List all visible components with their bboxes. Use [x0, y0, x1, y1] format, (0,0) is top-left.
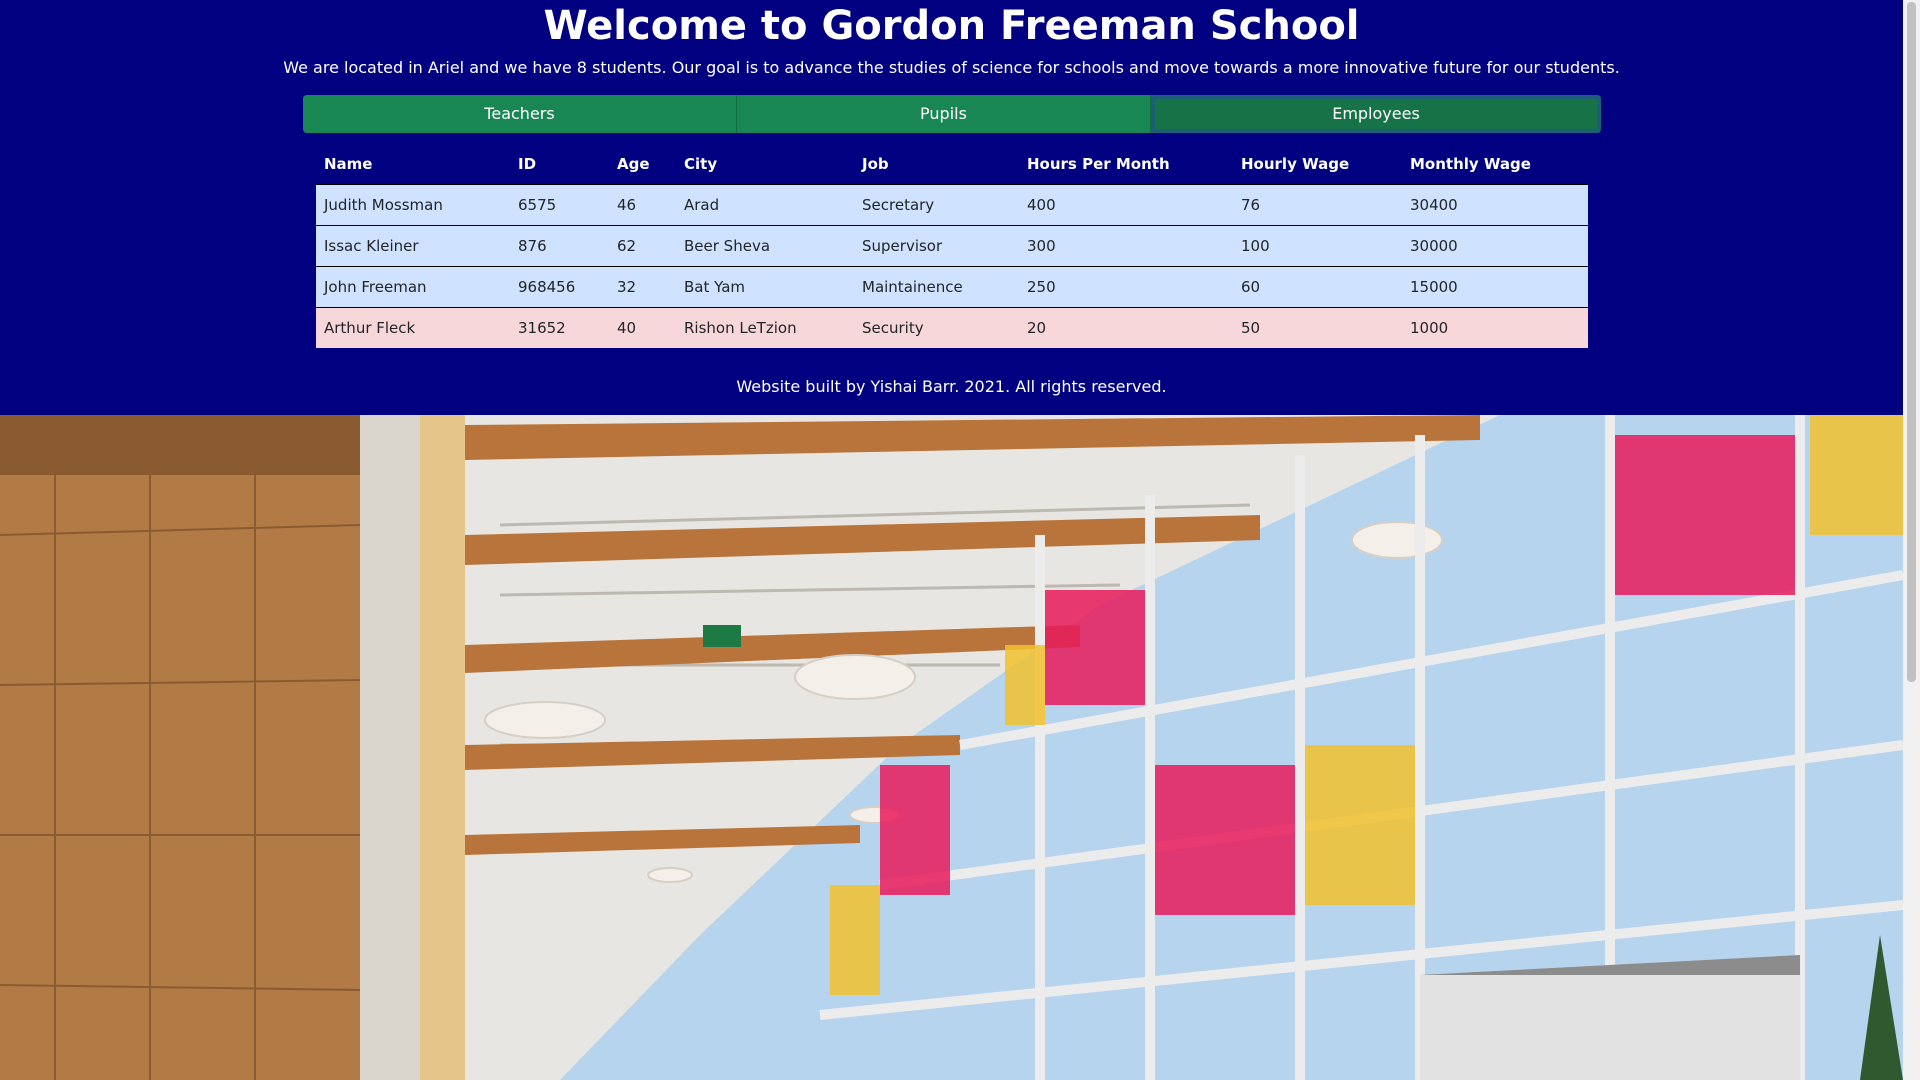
- cell-job: Maintainence: [854, 266, 1019, 308]
- cell-monthly-wage: 30000: [1402, 225, 1588, 267]
- cell-city: Rishon LeTzion: [676, 307, 854, 348]
- cell-id: 876: [510, 225, 609, 267]
- cell-job: Supervisor: [854, 225, 1019, 267]
- cell-age: 32: [609, 266, 676, 308]
- cell-hours-per-month: 300: [1019, 225, 1233, 267]
- footer-text: Website built by Yishai Barr. 2021. All …: [736, 377, 1167, 396]
- photo-illustration: [0, 415, 1903, 1080]
- cell-name: Issac Kleiner: [316, 225, 510, 267]
- column-header-hourly-wage: Hourly Wage: [1241, 155, 1350, 173]
- cell-monthly-wage: 30400: [1402, 184, 1588, 226]
- table-row: John Freeman 968456 32 Bat Yam Maintaine…: [316, 266, 1588, 308]
- cell-name: John Freeman: [316, 266, 510, 308]
- cell-hours-per-month: 250: [1019, 266, 1233, 308]
- cell-name: Judith Mossman: [316, 184, 510, 226]
- cell-monthly-wage: 1000: [1402, 307, 1588, 348]
- column-header-monthly-wage: Monthly Wage: [1410, 155, 1531, 173]
- cell-name: Arthur Fleck: [316, 307, 510, 348]
- page-subtitle: We are located in Ariel and we have 8 st…: [283, 58, 1620, 77]
- school-interior-photo: [0, 415, 1903, 1080]
- cell-age: 46: [609, 184, 676, 226]
- tab-pupils[interactable]: Pupils: [737, 95, 1151, 133]
- cell-monthly-wage: 15000: [1402, 266, 1588, 308]
- column-header-city: City: [684, 155, 718, 173]
- cell-hourly-wage: 100: [1233, 225, 1402, 267]
- scrollbar-thumb[interactable]: [1907, 2, 1916, 682]
- cell-city: Arad: [676, 184, 854, 226]
- cell-hours-per-month: 400: [1019, 184, 1233, 226]
- tab-employees[interactable]: Employees: [1151, 95, 1601, 133]
- cell-age: 40: [609, 307, 676, 348]
- cell-id: 6575: [510, 184, 609, 226]
- cell-id: 968456: [510, 266, 609, 308]
- table-header-row: Name ID Age City Job Hours Per Month Hou…: [316, 144, 1588, 185]
- page-title: Welcome to Gordon Freeman School: [543, 3, 1360, 49]
- page: Welcome to Gordon Freeman School We are …: [0, 0, 1920, 1080]
- tab-bar: Teachers Pupils Employees: [303, 95, 1601, 133]
- cell-job: Secretary: [854, 184, 1019, 226]
- table-row: Judith Mossman 6575 46 Arad Secretary 40…: [316, 184, 1588, 226]
- cell-id: 31652: [510, 307, 609, 348]
- employees-table: Name ID Age City Job Hours Per Month Hou…: [316, 144, 1588, 348]
- cell-hourly-wage: 76: [1233, 184, 1402, 226]
- column-header-id: ID: [518, 155, 537, 173]
- vertical-scrollbar[interactable]: [1903, 0, 1920, 1080]
- column-header-age: Age: [617, 155, 650, 173]
- tab-teachers[interactable]: Teachers: [303, 95, 737, 133]
- cell-hourly-wage: 60: [1233, 266, 1402, 308]
- column-header-hours-per-month: Hours Per Month: [1027, 155, 1170, 173]
- column-header-name: Name: [324, 155, 373, 173]
- cell-job: Security: [854, 307, 1019, 348]
- table-row: Arthur Fleck 31652 40 Rishon LeTzion Sec…: [316, 307, 1588, 348]
- main-content: Welcome to Gordon Freeman School We are …: [0, 0, 1903, 415]
- cell-hourly-wage: 50: [1233, 307, 1402, 348]
- cell-city: Bat Yam: [676, 266, 854, 308]
- cell-age: 62: [609, 225, 676, 267]
- cell-city: Beer Sheva: [676, 225, 854, 267]
- table-row: Issac Kleiner 876 62 Beer Sheva Supervis…: [316, 225, 1588, 267]
- cell-hours-per-month: 20: [1019, 307, 1233, 348]
- column-header-job: Job: [862, 155, 889, 173]
